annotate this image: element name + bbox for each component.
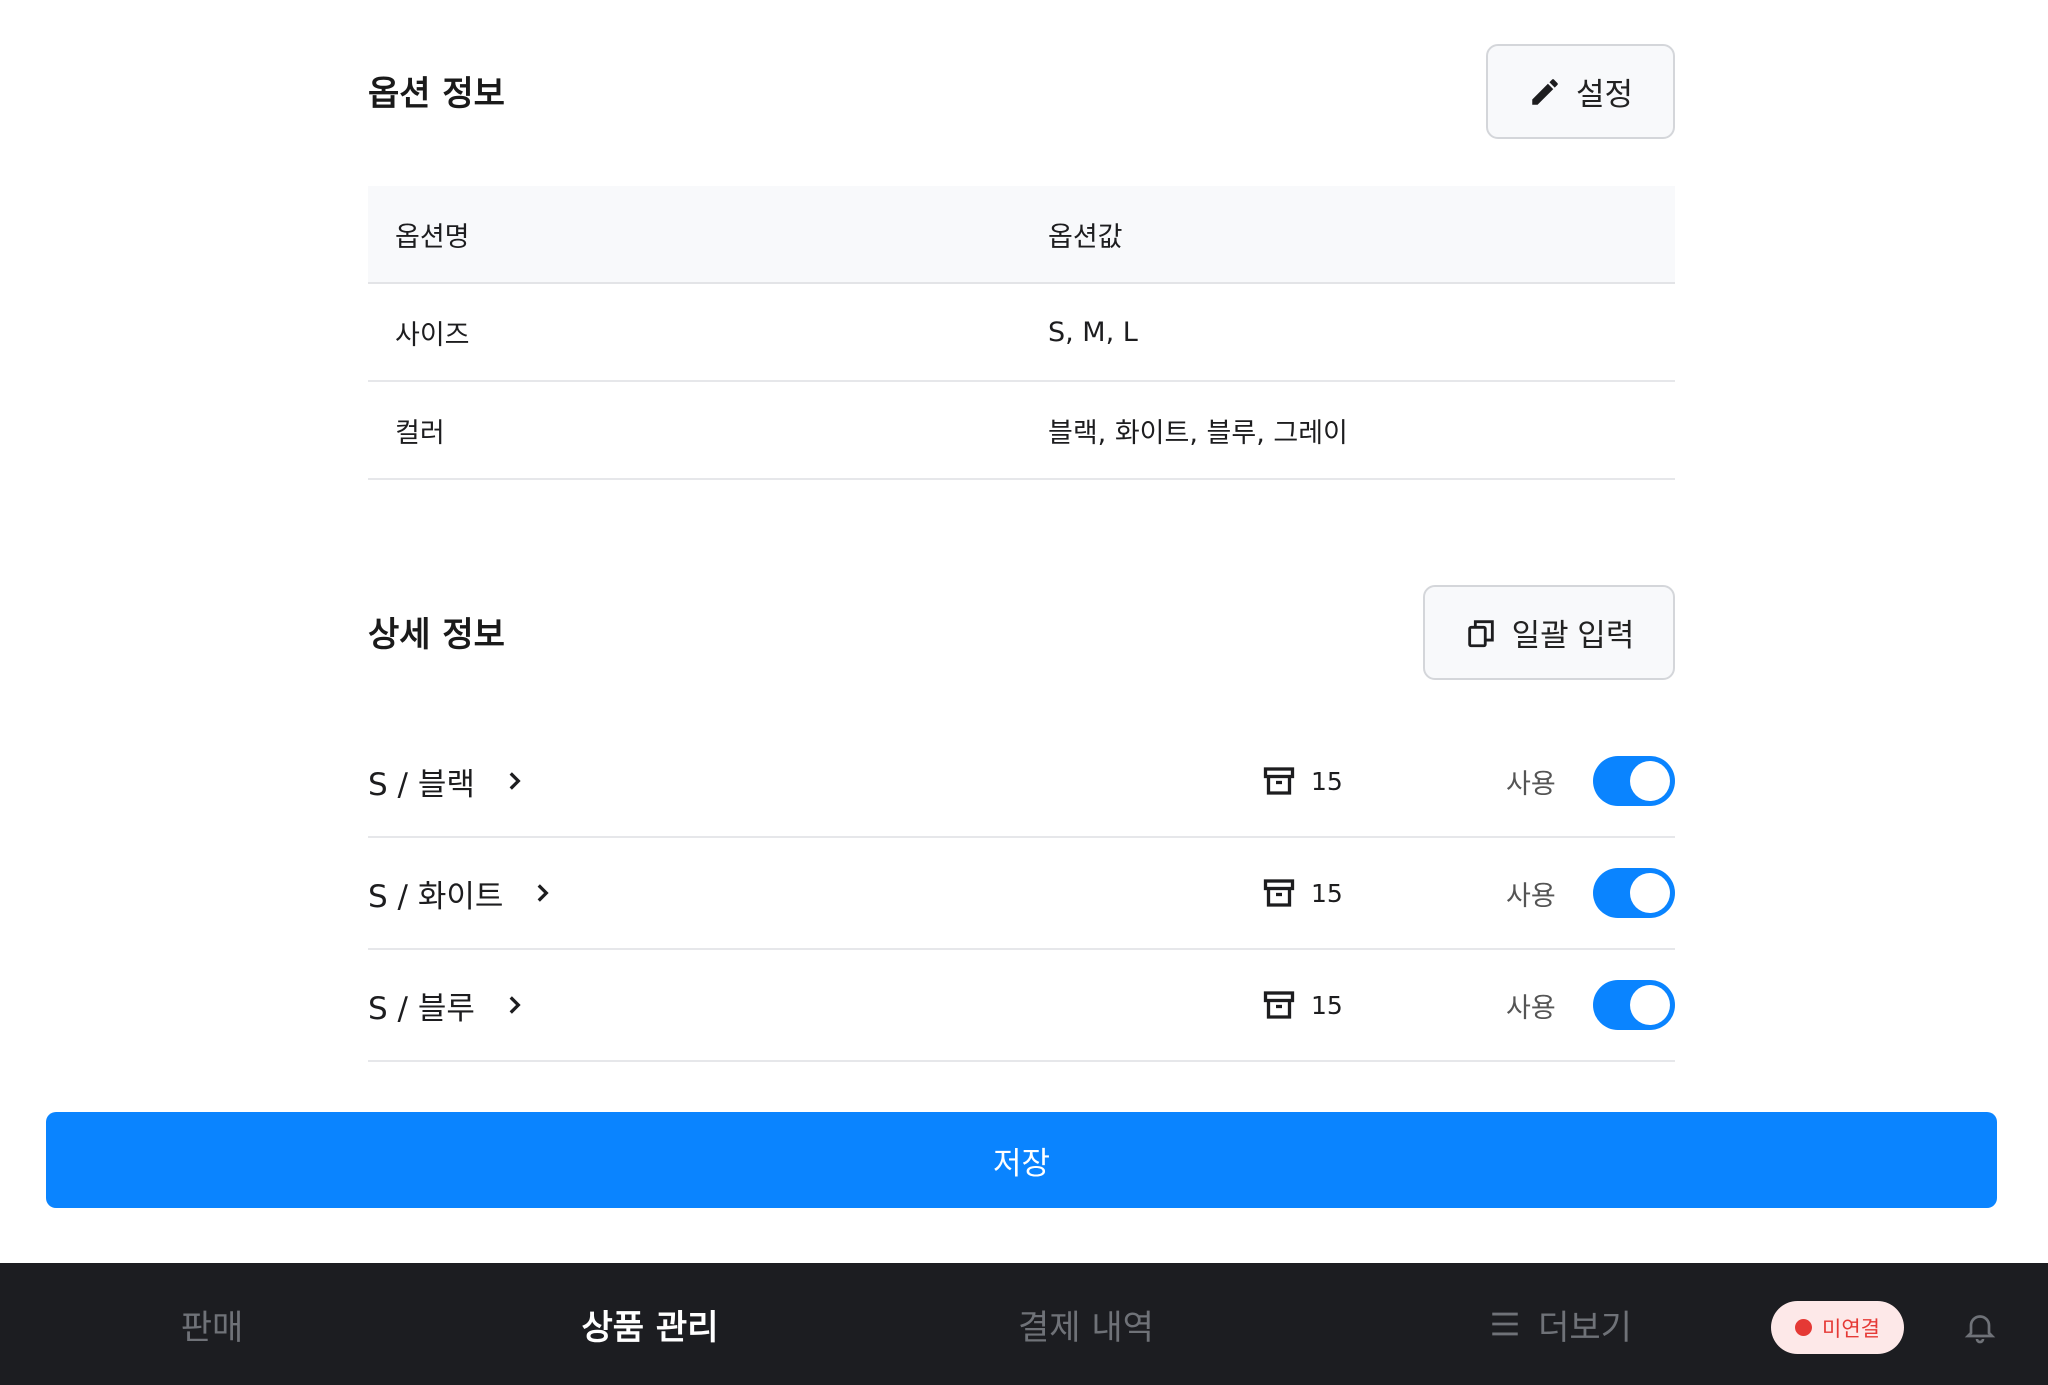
use-toggle[interactable]: [1593, 868, 1675, 918]
stock-value: 15: [1311, 990, 1343, 1020]
pencil-icon: [1532, 78, 1558, 105]
use-label: 사용: [1506, 880, 1556, 912]
stock-count: 15: [1261, 950, 1343, 1060]
stock-value: 15: [1311, 878, 1343, 908]
nav-label: 상품 관리: [581, 1307, 719, 1348]
option-name: 사이즈: [395, 319, 470, 351]
status-dot-icon: [1795, 1319, 1813, 1336]
nav-item-sales[interactable]: 판매: [122, 1263, 302, 1385]
toggle-knob: [1630, 873, 1670, 913]
variant-link[interactable]: S / 블랙: [368, 726, 527, 836]
list-item: S / 블루 15 사용: [368, 950, 1675, 1062]
option-settings-button[interactable]: 설정: [1486, 44, 1675, 139]
column-header-option-value: 옵션값: [1048, 221, 1123, 253]
use-toggle[interactable]: [1593, 980, 1675, 1030]
option-info-title: 옵션 정보: [368, 74, 505, 114]
option-name: 컬러: [395, 417, 445, 449]
variant-list: S / 블랙 15 사용 S / 화이트 15 사용 S / 블루 15 사용: [368, 726, 1675, 1062]
chevron-right-icon: [509, 996, 521, 1014]
list-item: S / 화이트 15 사용: [368, 838, 1675, 950]
archive-box-icon: [1263, 879, 1295, 907]
table-row: 컬러 블랙, 화이트, 블루, 그레이: [368, 382, 1675, 480]
variant-name: S / 화이트: [368, 878, 504, 915]
stock-count: 15: [1261, 838, 1343, 948]
use-label: 사용: [1506, 768, 1556, 800]
option-info-header: 옵션 정보 설정: [368, 44, 1675, 140]
nav-label: 결제 내역: [1018, 1307, 1154, 1348]
option-table: 옵션명 옵션값 사이즈 S, M, L 컬러 블랙, 화이트, 블루, 그레이: [368, 186, 1675, 480]
chevron-right-icon: [537, 884, 550, 902]
chevron-right-icon: [509, 772, 521, 790]
bottom-nav: 판매 상품 관리 결제 내역 더보기 미연결: [0, 1263, 2048, 1385]
nav-label: 더보기: [1538, 1307, 1632, 1348]
menu-icon: [1492, 1312, 1518, 1336]
nav-item-more[interactable]: 더보기: [1440, 1263, 1680, 1385]
list-item: S / 블랙 15 사용: [368, 726, 1675, 838]
option-table-header: 옵션명 옵션값: [368, 186, 1675, 284]
nav-item-product-management[interactable]: 상품 관리: [540, 1263, 760, 1385]
connection-status-badge[interactable]: 미연결: [1771, 1301, 1904, 1354]
use-toggle[interactable]: [1593, 756, 1675, 806]
variant-name: S / 블랙: [368, 766, 475, 803]
detail-info-header: 상세 정보 일괄 입력: [368, 585, 1675, 681]
detail-info-title: 상세 정보: [368, 615, 505, 655]
connection-status-label: 미연결: [1822, 1316, 1880, 1341]
variant-link[interactable]: S / 블루: [368, 950, 527, 1060]
toggle-knob: [1630, 761, 1670, 801]
copy-icon: [1467, 619, 1494, 647]
variant-link[interactable]: S / 화이트: [368, 838, 555, 948]
use-label: 사용: [1506, 992, 1556, 1024]
nav-label: 판매: [180, 1307, 244, 1348]
option-value: 블랙, 화이트, 블루, 그레이: [1048, 417, 1348, 449]
bulk-input-button[interactable]: 일괄 입력: [1423, 585, 1675, 680]
archive-box-icon: [1263, 767, 1295, 795]
stock-count: 15: [1261, 726, 1343, 836]
bell-icon[interactable]: [1962, 1308, 1998, 1346]
table-row: 사이즈 S, M, L: [368, 284, 1675, 382]
toggle-knob: [1630, 985, 1670, 1025]
save-button[interactable]: 저장: [46, 1112, 1997, 1208]
bulk-input-label: 일괄 입력: [1511, 618, 1635, 653]
variant-name: S / 블루: [368, 990, 475, 1027]
nav-item-payment-history[interactable]: 결제 내역: [976, 1263, 1196, 1385]
stock-value: 15: [1311, 766, 1343, 796]
column-header-option-name: 옵션명: [395, 221, 470, 253]
archive-box-icon: [1263, 991, 1295, 1019]
option-value: S, M, L: [1048, 316, 1138, 348]
option-settings-label: 설정: [1575, 77, 1634, 112]
